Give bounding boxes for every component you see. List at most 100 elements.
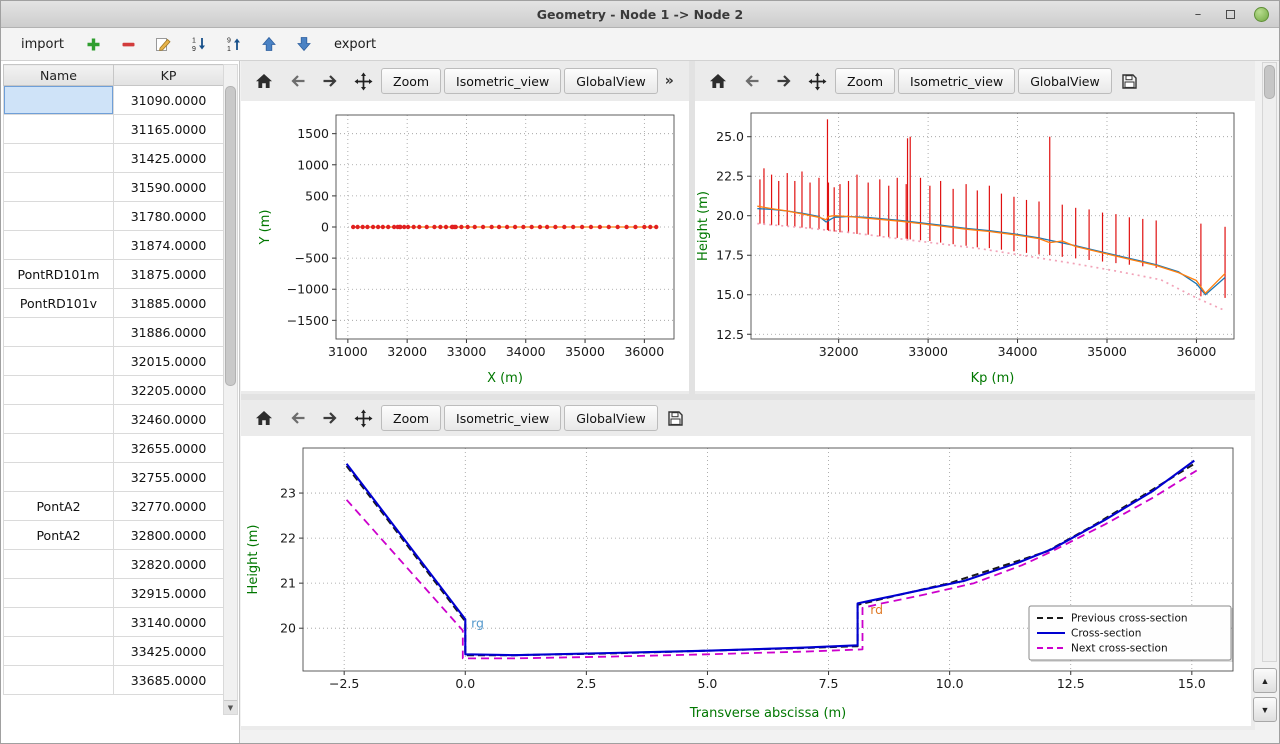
- main-scrollbar-thumb[interactable]: [1264, 65, 1275, 99]
- table-row[interactable]: 32015.0000: [4, 347, 224, 376]
- table-row[interactable]: 31425.0000: [4, 144, 224, 173]
- table-row[interactable]: 32205.0000: [4, 376, 224, 405]
- cell-name[interactable]: [4, 463, 114, 492]
- sort-descending-button[interactable]: 91: [221, 32, 247, 56]
- remove-row-button[interactable]: [116, 32, 142, 56]
- table-row[interactable]: 33685.0000: [4, 666, 224, 695]
- cell-kp[interactable]: 32015.0000: [114, 347, 224, 376]
- cell-kp[interactable]: 32770.0000: [114, 492, 224, 521]
- table-row[interactable]: 32915.0000: [4, 579, 224, 608]
- cell-kp[interactable]: 33425.0000: [114, 637, 224, 666]
- table-row[interactable]: 33140.0000: [4, 608, 224, 637]
- zoom-button[interactable]: Zoom: [381, 68, 441, 94]
- table-row[interactable]: 31874.0000: [4, 231, 224, 260]
- cell-kp[interactable]: 31165.0000: [114, 115, 224, 144]
- move-up-button[interactable]: [256, 32, 282, 56]
- cell-kp[interactable]: 31780.0000: [114, 202, 224, 231]
- titlebar[interactable]: Geometry - Node 1 -> Node 2 –: [1, 1, 1279, 28]
- home-button[interactable]: [249, 404, 279, 432]
- cell-name[interactable]: [4, 173, 114, 202]
- cell-kp[interactable]: 32655.0000: [114, 434, 224, 463]
- save-figure-button[interactable]: [1115, 67, 1145, 95]
- cell-name[interactable]: [4, 144, 114, 173]
- cell-name[interactable]: PontRD101v: [4, 289, 114, 318]
- cell-name[interactable]: [4, 347, 114, 376]
- table-row[interactable]: 33425.0000: [4, 637, 224, 666]
- table-row[interactable]: 32655.0000: [4, 434, 224, 463]
- move-down-button[interactable]: [291, 32, 317, 56]
- add-row-button[interactable]: [81, 32, 107, 56]
- cell-kp[interactable]: 31590.0000: [114, 173, 224, 202]
- global-view-button[interactable]: GlobalView: [1018, 68, 1112, 94]
- cell-kp[interactable]: 32460.0000: [114, 405, 224, 434]
- cell-kp[interactable]: 33685.0000: [114, 666, 224, 695]
- cell-kp[interactable]: 31874.0000: [114, 231, 224, 260]
- close-button[interactable]: [1254, 7, 1269, 22]
- pager-up-button[interactable]: ▲: [1253, 668, 1277, 693]
- isometric-view-button[interactable]: Isometric_view: [444, 405, 561, 431]
- table-row[interactable]: 31590.0000: [4, 173, 224, 202]
- forward-button[interactable]: [315, 404, 345, 432]
- cell-name[interactable]: [4, 608, 114, 637]
- table-scrollbar[interactable]: ▼: [223, 64, 238, 715]
- longitudinal-profile-chart[interactable]: 320003300034000350003600012.515.017.520.…: [695, 101, 1255, 391]
- table-row[interactable]: PontA232770.0000: [4, 492, 224, 521]
- global-view-button[interactable]: GlobalView: [564, 405, 658, 431]
- pager-down-button[interactable]: ▼: [1253, 697, 1277, 722]
- cell-name[interactable]: [4, 666, 114, 695]
- plan-view-chart[interactable]: 310003200033000340003500036000−1500−1000…: [241, 101, 689, 391]
- cell-name[interactable]: [4, 318, 114, 347]
- global-view-button[interactable]: GlobalView: [564, 68, 658, 94]
- table-row[interactable]: 32755.0000: [4, 463, 224, 492]
- table-row[interactable]: 31090.0000: [4, 86, 224, 115]
- cell-kp[interactable]: 31885.0000: [114, 289, 224, 318]
- isometric-view-button[interactable]: Isometric_view: [898, 68, 1015, 94]
- cross-section-chart[interactable]: −2.50.02.55.07.510.012.515.020212223rgrd…: [241, 436, 1251, 726]
- table-scrollbar-thumb[interactable]: [225, 86, 236, 386]
- cell-kp[interactable]: 32820.0000: [114, 550, 224, 579]
- main-scrollbar[interactable]: [1262, 62, 1277, 662]
- table-row[interactable]: 31780.0000: [4, 202, 224, 231]
- cell-name[interactable]: PontA2: [4, 492, 114, 521]
- maximize-button[interactable]: [1222, 6, 1238, 22]
- cell-name[interactable]: [4, 637, 114, 666]
- cell-name[interactable]: PontA2: [4, 521, 114, 550]
- home-button[interactable]: [703, 67, 733, 95]
- export-button[interactable]: export: [326, 33, 384, 56]
- isometric-view-button[interactable]: Isometric_view: [444, 68, 561, 94]
- cell-name[interactable]: PontRD101m: [4, 260, 114, 289]
- table-row[interactable]: PontRD101v31885.0000: [4, 289, 224, 318]
- cell-kp[interactable]: 32205.0000: [114, 376, 224, 405]
- table-row[interactable]: 32820.0000: [4, 550, 224, 579]
- cell-kp[interactable]: 31875.0000: [114, 260, 224, 289]
- back-button[interactable]: [282, 404, 312, 432]
- cell-name[interactable]: [4, 376, 114, 405]
- table-row[interactable]: PontA232800.0000: [4, 521, 224, 550]
- cell-kp[interactable]: 32800.0000: [114, 521, 224, 550]
- import-button[interactable]: import: [13, 33, 72, 56]
- cell-name[interactable]: [4, 434, 114, 463]
- back-button[interactable]: [736, 67, 766, 95]
- sort-ascending-button[interactable]: 19: [186, 32, 212, 56]
- minimize-button[interactable]: –: [1190, 6, 1206, 22]
- cell-name[interactable]: [4, 550, 114, 579]
- zoom-button[interactable]: Zoom: [835, 68, 895, 94]
- table-row[interactable]: PontRD101m31875.0000: [4, 260, 224, 289]
- column-header-name[interactable]: Name: [4, 65, 114, 86]
- cell-kp[interactable]: 31886.0000: [114, 318, 224, 347]
- zoom-button[interactable]: Zoom: [381, 405, 441, 431]
- cell-kp[interactable]: 31090.0000: [114, 86, 224, 115]
- cell-name[interactable]: [4, 86, 114, 115]
- cell-name[interactable]: [4, 202, 114, 231]
- column-header-kp[interactable]: KP: [114, 65, 224, 86]
- cell-name[interactable]: [4, 405, 114, 434]
- cell-kp[interactable]: 32755.0000: [114, 463, 224, 492]
- cell-kp[interactable]: 33140.0000: [114, 608, 224, 637]
- forward-button[interactable]: [769, 67, 799, 95]
- cell-kp[interactable]: 31425.0000: [114, 144, 224, 173]
- edit-row-button[interactable]: [151, 32, 177, 56]
- pan-button[interactable]: [348, 404, 378, 432]
- pan-button[interactable]: [802, 67, 832, 95]
- table-row[interactable]: 31165.0000: [4, 115, 224, 144]
- pan-button[interactable]: [348, 67, 378, 95]
